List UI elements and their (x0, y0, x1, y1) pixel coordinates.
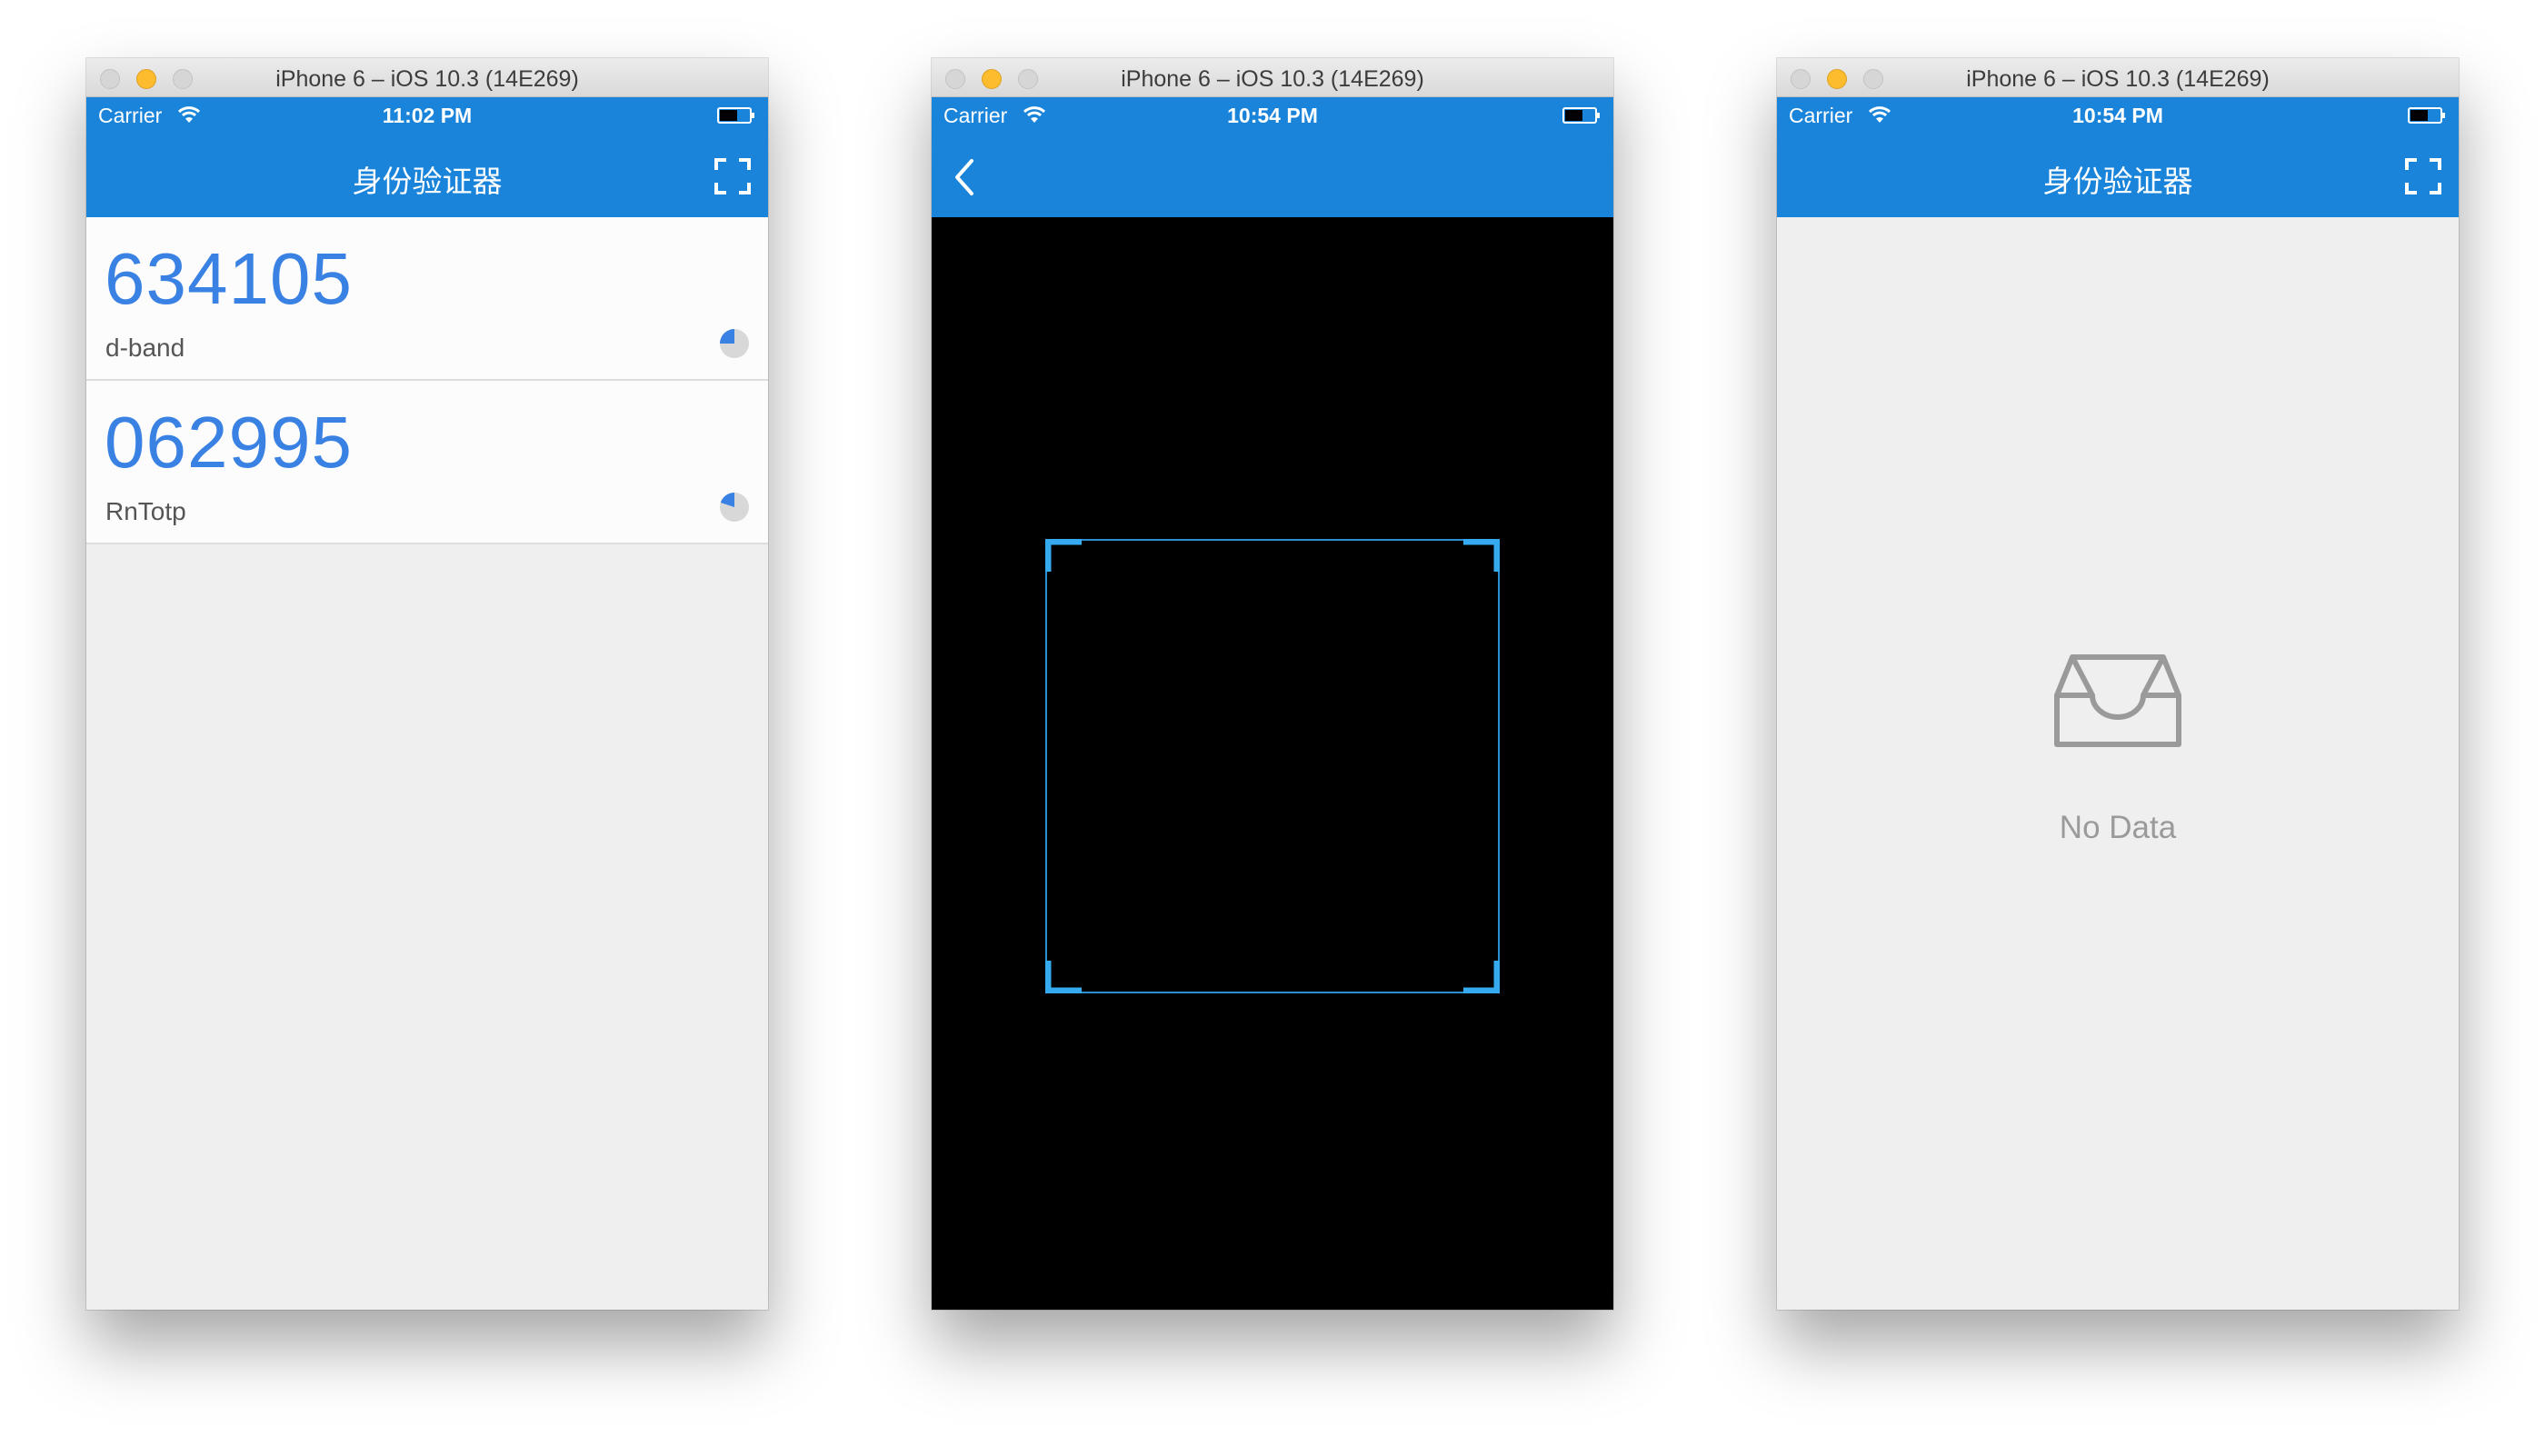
status-bar: Carrier 10:54 PM (932, 97, 1613, 134)
token-name: d-band (105, 334, 185, 362)
nav-bar: 身份验证器 (86, 134, 768, 217)
scan-icon[interactable] (714, 157, 752, 195)
empty-state-text: No Data (2059, 810, 2177, 845)
pie-timer-icon (720, 329, 749, 358)
pie-timer-icon (720, 493, 749, 522)
window-title-bar[interactable]: iPhone 6 – iOS 10.3 (14E269) (1777, 58, 2459, 97)
camera-preview (932, 217, 1613, 1310)
token-list: 634105 d-band 062995 RnTotp (86, 217, 768, 1310)
battery-icon (1562, 107, 1600, 124)
token-code: 062995 (105, 402, 353, 483)
status-time: 11:02 PM (382, 104, 473, 127)
simulator-window-scanner: iPhone 6 – iOS 10.3 (14E269) Carrier 10:… (932, 58, 1613, 1310)
empty-state: No Data (1777, 653, 2459, 846)
desktop-stage: iPhone 6 – iOS 10.3 (14E269) Carrier 11:… (0, 0, 2545, 1456)
status-bar: Carrier 10:54 PM (1777, 97, 2459, 134)
token-item[interactable]: 062995 RnTotp (86, 381, 768, 544)
token-code: 634105 (105, 238, 353, 319)
status-time: 10:54 PM (2072, 104, 2163, 127)
simulator-window-empty: iPhone 6 – iOS 10.3 (14E269) Carrier 10:… (1777, 58, 2459, 1310)
empty-content: No Data (1777, 217, 2459, 1310)
window-title: iPhone 6 – iOS 10.3 (14E269) (1121, 66, 1424, 92)
nav-bar: 身份验证器 (1777, 134, 2459, 217)
window-title-bar[interactable]: iPhone 6 – iOS 10.3 (14E269) (932, 58, 1613, 97)
nav-bar (932, 134, 1613, 217)
status-time: 10:54 PM (1227, 104, 1318, 127)
back-chevron-icon[interactable] (952, 157, 979, 197)
simulator-window-token-list: iPhone 6 – iOS 10.3 (14E269) Carrier 11:… (86, 58, 768, 1310)
nav-title: 身份验证器 (352, 165, 503, 198)
token-item[interactable]: 634105 d-band (86, 217, 768, 381)
window-title: iPhone 6 – iOS 10.3 (14E269) (275, 66, 579, 92)
inbox-icon (2054, 654, 2181, 747)
nav-title: 身份验证器 (2042, 165, 2193, 198)
status-bar: Carrier 11:02 PM (86, 97, 768, 134)
battery-icon (717, 107, 754, 124)
token-name: RnTotp (105, 497, 186, 525)
scan-icon[interactable] (2404, 157, 2442, 195)
battery-icon (2408, 107, 2445, 124)
scan-frame (1045, 539, 1500, 993)
window-title: iPhone 6 – iOS 10.3 (14E269) (1966, 66, 2270, 92)
window-title-bar[interactable]: iPhone 6 – iOS 10.3 (14E269) (86, 58, 768, 97)
